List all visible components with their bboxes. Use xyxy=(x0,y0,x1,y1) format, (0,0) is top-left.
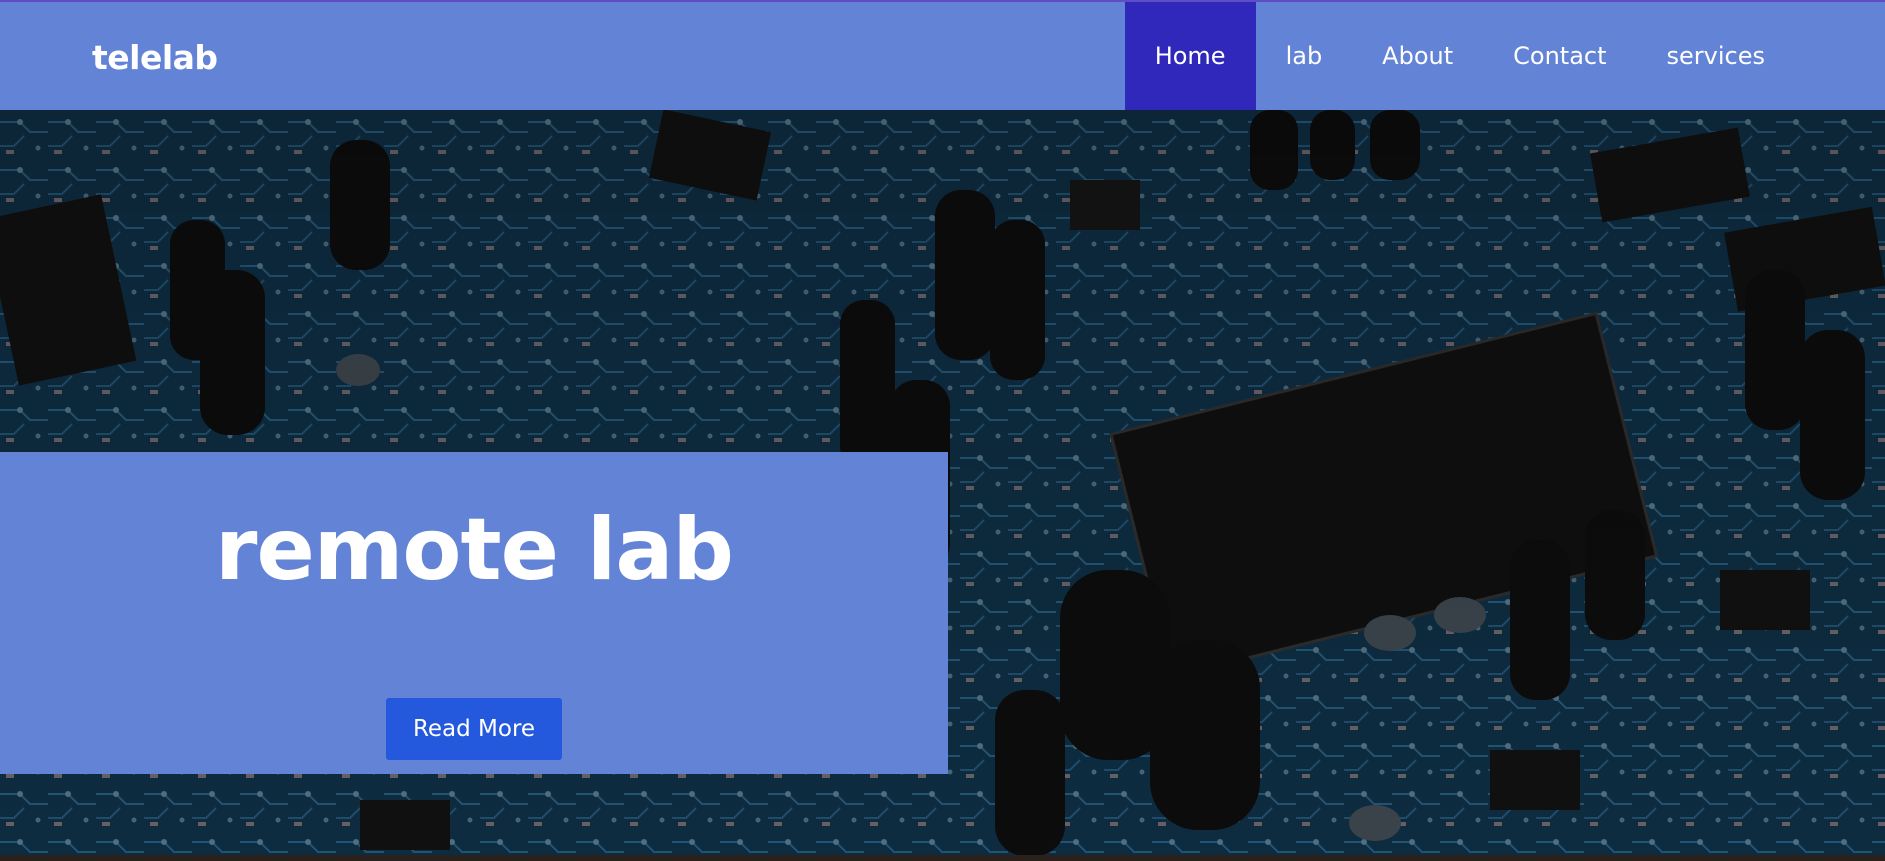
hero-title: remote lab xyxy=(215,500,734,600)
hero-panel: remote lab Read More xyxy=(0,452,948,774)
nav-item-contact[interactable]: Contact xyxy=(1483,2,1636,110)
hero-section: remote lab Read More xyxy=(0,110,1885,856)
brand-logo[interactable]: telelab xyxy=(92,38,218,77)
nav-item-lab[interactable]: lab xyxy=(1256,2,1353,110)
navbar: telelab Home lab About Contact services xyxy=(0,0,1885,110)
bottom-border xyxy=(0,855,1885,861)
read-more-button[interactable]: Read More xyxy=(386,698,562,760)
nav-item-services[interactable]: services xyxy=(1637,2,1795,110)
nav-item-home[interactable]: Home xyxy=(1124,2,1256,110)
page: telelab Home lab About Contact services xyxy=(0,0,1885,861)
main-nav: Home lab About Contact services xyxy=(1124,2,1795,110)
nav-item-about[interactable]: About xyxy=(1352,2,1483,110)
